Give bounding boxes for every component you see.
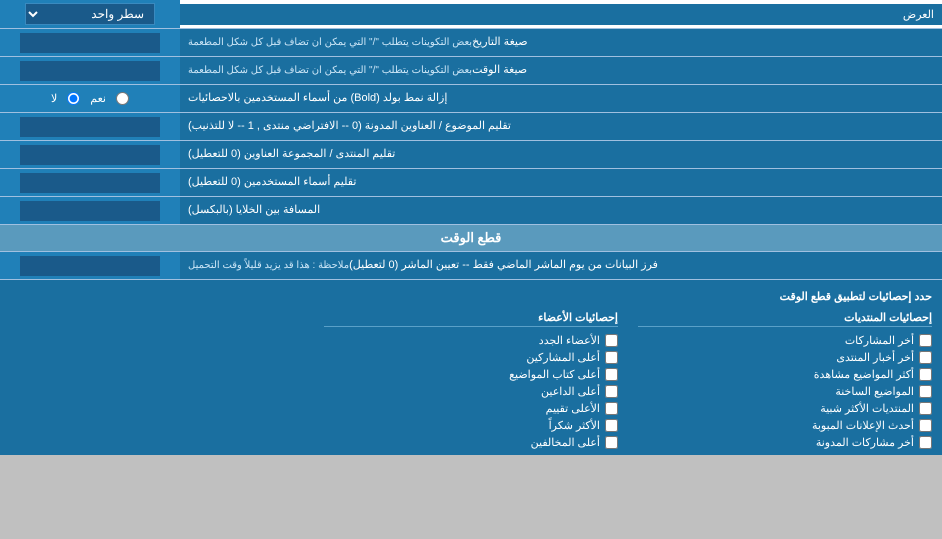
topic-titles-label: تقليم الموضوع / العناوين المدونة (0 -- ا…: [180, 113, 942, 140]
stats-col-empty: [10, 309, 304, 449]
cell-spacing-label: المسافة بين الخلايا (بالبكسل): [180, 197, 942, 224]
member-stat-5-label[interactable]: الأكثر شكراً: [549, 419, 600, 432]
list-item: الأعضاء الجدد: [324, 334, 618, 347]
cutoff-section-header: قطع الوقت: [0, 225, 942, 252]
date-format-input[interactable]: d-m: [20, 33, 160, 53]
bold-no-label[interactable]: لا: [51, 92, 57, 105]
topic-titles-input-wrap: 33: [0, 113, 180, 140]
bold-radio-group: نعم لا: [43, 92, 137, 105]
member-stat-4-checkbox[interactable]: [605, 402, 618, 415]
forum-stat-6-checkbox[interactable]: [919, 436, 932, 449]
forum-titles-input[interactable]: 33: [20, 145, 160, 165]
forum-stat-1-label[interactable]: أخر أخبار المنتدى: [836, 351, 914, 364]
member-stat-1-checkbox[interactable]: [605, 351, 618, 364]
forum-titles-row: تقليم المنتدى / المجموعة العناوين (0 للت…: [0, 141, 942, 169]
forum-stat-2-label[interactable]: أكثر المواضيع مشاهدة: [814, 368, 914, 381]
stats-col-forums-header: إحصائيات المنتديات: [638, 309, 932, 327]
member-stat-4-label[interactable]: الأعلى تقييم: [546, 402, 600, 415]
stats-header: حدد إحصائيات لتطبيق قطع الوقت: [10, 286, 932, 309]
list-item: الأكثر شكراً: [324, 419, 618, 432]
checkboxes-grid: إحصائيات المنتديات أخر المشاركات أخر أخب…: [10, 309, 932, 449]
date-format-row: صيغة التاريخ بعض التكوينات يتطلب "/" الت…: [0, 29, 942, 57]
date-format-label: صيغة التاريخ بعض التكوينات يتطلب "/" الت…: [180, 29, 942, 56]
forum-stat-3-label[interactable]: المواضيع الساخنة: [835, 385, 914, 398]
cell-spacing-input-wrap: 2: [0, 197, 180, 224]
list-item: أكثر المواضيع مشاهدة: [638, 368, 932, 381]
cell-spacing-input[interactable]: 2: [20, 201, 160, 221]
bold-yes-label[interactable]: نعم: [90, 92, 106, 105]
forum-stat-6-label[interactable]: أخر مشاركات المدونة: [816, 436, 914, 449]
topic-titles-row: تقليم الموضوع / العناوين المدونة (0 -- ا…: [0, 113, 942, 141]
time-format-input[interactable]: H:i: [20, 61, 160, 81]
date-format-input-wrap: d-m: [0, 29, 180, 56]
bold-remove-label: إزالة نمط بولد (Bold) من أسماء المستخدمي…: [180, 85, 942, 112]
cutoff-days-label: فرز البيانات من يوم الماشر الماضي فقط --…: [180, 252, 942, 279]
forum-stat-1-checkbox[interactable]: [919, 351, 932, 364]
bold-remove-row: إزالة نمط بولد (Bold) من أسماء المستخدمي…: [0, 85, 942, 113]
list-item: أخر أخبار المنتدى: [638, 351, 932, 364]
bold-no-radio[interactable]: [67, 92, 80, 105]
main-container: العرض سطر واحدسطرينثلاثة أسطر صيغة التار…: [0, 0, 942, 455]
list-item: المواضيع الساخنة: [638, 385, 932, 398]
forum-titles-label: تقليم المنتدى / المجموعة العناوين (0 للت…: [180, 141, 942, 168]
list-item: أعلى المخالفين: [324, 436, 618, 449]
display-label: العرض: [180, 4, 942, 25]
list-item: الأعلى تقييم: [324, 402, 618, 415]
cutoff-days-input[interactable]: 0: [20, 256, 160, 276]
forum-stat-0-label[interactable]: أخر المشاركات: [845, 334, 914, 347]
list-item: أحدث الإعلانات المبوبة: [638, 419, 932, 432]
member-stat-3-label[interactable]: أعلى الداعين: [541, 385, 600, 398]
member-stat-3-checkbox[interactable]: [605, 385, 618, 398]
forum-stat-4-label[interactable]: المنتديات الأكثر شبية: [820, 402, 914, 415]
member-stat-1-label[interactable]: أعلى المشاركين: [526, 351, 600, 364]
stats-col-forums: إحصائيات المنتديات أخر المشاركات أخر أخب…: [638, 309, 932, 449]
member-stat-0-label[interactable]: الأعضاء الجدد: [539, 334, 600, 347]
forum-stat-0-checkbox[interactable]: [919, 334, 932, 347]
member-stat-6-checkbox[interactable]: [605, 436, 618, 449]
list-item: أعلى كتاب المواضيع: [324, 368, 618, 381]
list-item: أعلى المشاركين: [324, 351, 618, 364]
user-names-row: تقليم أسماء المستخدمين (0 للتعطيل) 0: [0, 169, 942, 197]
bold-remove-radio-wrap: نعم لا: [0, 85, 180, 112]
stats-section: حدد إحصائيات لتطبيق قطع الوقت إحصائيات ا…: [0, 280, 942, 455]
cell-spacing-row: المسافة بين الخلايا (بالبكسل) 2: [0, 197, 942, 225]
member-stat-2-checkbox[interactable]: [605, 368, 618, 381]
display-row: العرض سطر واحدسطرينثلاثة أسطر: [0, 0, 942, 29]
user-names-input[interactable]: 0: [20, 173, 160, 193]
forum-titles-input-wrap: 33: [0, 141, 180, 168]
user-names-label: تقليم أسماء المستخدمين (0 للتعطيل): [180, 169, 942, 196]
list-item: أخر مشاركات المدونة: [638, 436, 932, 449]
forum-stat-4-checkbox[interactable]: [919, 402, 932, 415]
topic-titles-input[interactable]: 33: [20, 117, 160, 137]
time-format-label: صيغة الوقت بعض التكوينات يتطلب "/" التي …: [180, 57, 942, 84]
member-stat-5-checkbox[interactable]: [605, 419, 618, 432]
display-select[interactable]: سطر واحدسطرينثلاثة أسطر: [25, 3, 155, 25]
member-stat-0-checkbox[interactable]: [605, 334, 618, 347]
cutoff-days-row: فرز البيانات من يوم الماشر الماضي فقط --…: [0, 252, 942, 280]
forum-stat-2-checkbox[interactable]: [919, 368, 932, 381]
list-item: أعلى الداعين: [324, 385, 618, 398]
user-names-input-wrap: 0: [0, 169, 180, 196]
stats-col-members: إحصائيات الأعضاء الأعضاء الجدد أعلى المش…: [324, 309, 618, 449]
forum-stat-5-checkbox[interactable]: [919, 419, 932, 432]
list-item: المنتديات الأكثر شبية: [638, 402, 932, 415]
stats-col-members-header: إحصائيات الأعضاء: [324, 309, 618, 327]
list-item: أخر المشاركات: [638, 334, 932, 347]
cutoff-days-input-wrap: 0: [0, 252, 180, 279]
display-select-wrap: سطر واحدسطرينثلاثة أسطر: [0, 0, 180, 28]
member-stat-6-label[interactable]: أعلى المخالفين: [531, 436, 600, 449]
bold-yes-radio[interactable]: [116, 92, 129, 105]
member-stat-2-label[interactable]: أعلى كتاب المواضيع: [509, 368, 600, 381]
time-format-row: صيغة الوقت بعض التكوينات يتطلب "/" التي …: [0, 57, 942, 85]
time-format-input-wrap: H:i: [0, 57, 180, 84]
forum-stat-5-label[interactable]: أحدث الإعلانات المبوبة: [812, 419, 914, 432]
forum-stat-3-checkbox[interactable]: [919, 385, 932, 398]
